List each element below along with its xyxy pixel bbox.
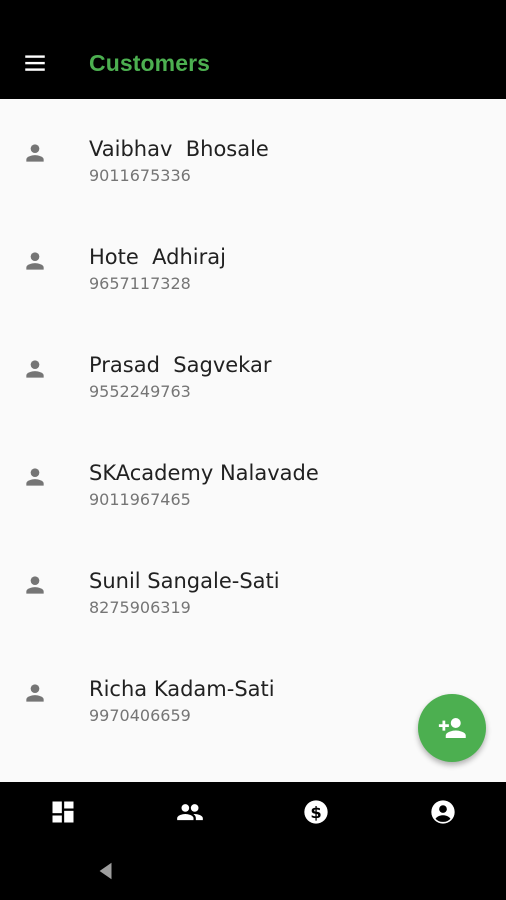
- customer-list-item[interactable]: Prasad Sagvekar 9552249763: [0, 315, 506, 423]
- person-icon: [26, 144, 44, 162]
- customers-screen: Customers Vaibhav Bhosale 9011675336 Hot…: [0, 0, 506, 900]
- nav-dashboard[interactable]: [0, 782, 127, 841]
- person-icon: [26, 576, 44, 594]
- svg-text:$: $: [311, 802, 322, 821]
- system-navigation-bar: [0, 841, 506, 900]
- customer-name: SKAcademy Nalavade: [89, 461, 319, 485]
- menu-button[interactable]: [14, 42, 56, 84]
- dashboard-icon: [52, 801, 74, 822]
- top-app-bar: Customers: [0, 0, 506, 99]
- customer-phone: 9552249763: [89, 382, 191, 401]
- dollar-icon: $: [304, 799, 328, 824]
- customer-phone: 9970406659: [89, 706, 191, 725]
- nav-customers[interactable]: [127, 782, 254, 841]
- customer-list: Vaibhav Bhosale 9011675336 Hote Adhiraj …: [0, 99, 506, 782]
- person-add-icon: [438, 718, 466, 738]
- customer-list-item[interactable]: SKAcademy Nalavade 9011967465: [0, 423, 506, 531]
- person-icon: [26, 684, 44, 702]
- back-triangle-icon: [99, 862, 112, 880]
- person-icon: [26, 360, 44, 378]
- customer-name: Prasad Sagvekar: [89, 353, 272, 377]
- person-icon: [26, 252, 44, 270]
- customer-phone: 8275906319: [89, 598, 191, 617]
- people-icon: [176, 803, 203, 820]
- menu-icon: [25, 55, 45, 71]
- customer-name: Hote Adhiraj: [89, 245, 226, 269]
- nav-profile[interactable]: [380, 782, 506, 841]
- customer-list-item[interactable]: Sunil Sangale-Sati 8275906319: [0, 531, 506, 639]
- bottom-navigation: $: [0, 782, 506, 841]
- customer-phone: 9011967465: [89, 490, 191, 509]
- add-customer-button[interactable]: [418, 694, 486, 762]
- customer-phone: 9657117328: [89, 274, 191, 293]
- account-circle-icon: [431, 799, 455, 824]
- customer-name: Vaibhav Bhosale: [89, 137, 269, 161]
- nav-payments[interactable]: $: [253, 782, 380, 841]
- system-back-button[interactable]: [92, 857, 120, 885]
- customer-name: Sunil Sangale-Sati: [89, 569, 280, 593]
- page-title: Customers: [89, 50, 211, 76]
- customer-list-item[interactable]: Vaibhav Bhosale 9011675336: [0, 99, 506, 207]
- person-icon: [26, 468, 44, 486]
- customer-phone: 9011675336: [89, 166, 191, 185]
- customer-name: Richa Kadam-Sati: [89, 677, 275, 701]
- customer-list-item[interactable]: Hote Adhiraj 9657117328: [0, 207, 506, 315]
